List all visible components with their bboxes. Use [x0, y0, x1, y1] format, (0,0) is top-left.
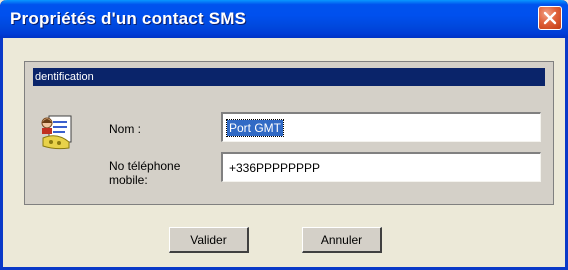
close-icon — [543, 11, 557, 25]
phone-field[interactable]: +336PPPPPPPP — [221, 152, 541, 182]
group-header: dentification — [33, 68, 545, 86]
ok-button[interactable]: Valider — [169, 227, 249, 253]
identification-group: dentification Nom : Port GMT No téléphon… — [24, 61, 554, 205]
contact-card-icon — [41, 115, 72, 150]
close-button[interactable] — [538, 6, 562, 30]
name-field[interactable]: Port GMT — [221, 112, 541, 142]
name-value: Port GMT — [225, 119, 285, 137]
title-bar[interactable]: Propriétés d'un contact SMS — [0, 0, 568, 38]
phone-value: +336PPPPPPPP — [229, 161, 321, 175]
window-title: Propriétés d'un contact SMS — [10, 9, 247, 28]
phone-label: No téléphone mobile: — [109, 159, 181, 187]
cancel-button[interactable]: Annuler — [302, 227, 382, 253]
name-label: Nom : — [109, 122, 142, 136]
